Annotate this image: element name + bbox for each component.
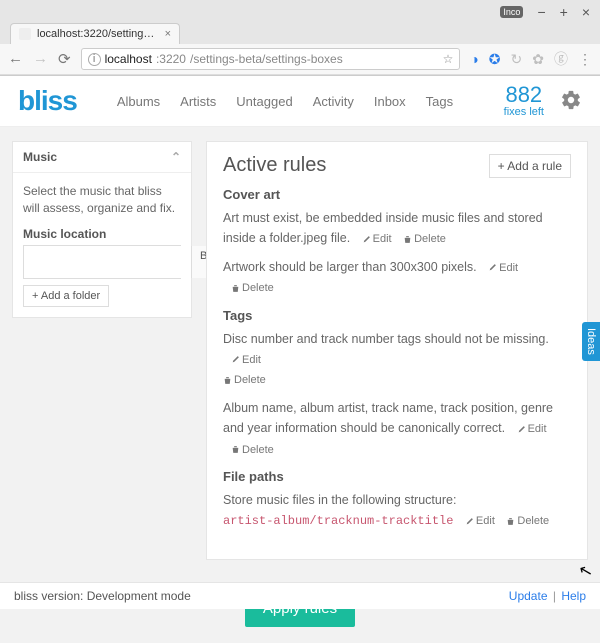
browser-nav-icons: ← → ⟳ xyxy=(8,50,71,68)
extension-settings-icon[interactable]: ✿ xyxy=(532,51,544,68)
window-minimize-button[interactable]: − xyxy=(537,4,545,20)
trash-icon xyxy=(506,517,515,526)
rule-edit-button[interactable]: Edit xyxy=(231,354,261,366)
ideas-tab[interactable]: Ideas xyxy=(582,322,600,361)
pencil-icon xyxy=(231,355,240,364)
url-port: :3220 xyxy=(156,52,186,66)
rule-text: Store music files in the following struc… xyxy=(223,493,456,507)
music-location-input-group: Browse ▾ xyxy=(23,245,181,279)
tab-strip: localhost:3220/settings-beta × xyxy=(0,20,600,44)
music-panel-header[interactable]: Music ⌃ xyxy=(13,142,191,173)
window-close-button[interactable]: × xyxy=(582,4,590,20)
rule-item: Artwork should be larger than 300x300 pi… xyxy=(223,257,571,298)
section-file-paths-heading: File paths xyxy=(223,469,571,484)
active-rules-panel: + Add a rule Active rules Cover art Art … xyxy=(206,141,588,560)
music-panel: Music ⌃ Select the music that bliss will… xyxy=(12,141,192,318)
rule-text: Artwork should be larger than 300x300 pi… xyxy=(223,260,477,274)
music-panel-body: Select the music that bliss will assess,… xyxy=(13,173,191,317)
extension-icons: ◑ ✪ ↻ ✿ ⓖ ⋮ xyxy=(470,49,592,69)
chevron-up-icon: ⌃ xyxy=(171,150,181,164)
pencil-icon xyxy=(517,425,526,434)
trash-icon xyxy=(231,445,240,454)
page-content: Music ⌃ Select the music that bliss will… xyxy=(0,127,600,580)
add-folder-button[interactable]: + Add a folder xyxy=(23,285,109,307)
rule-delete-button[interactable]: Delete xyxy=(223,374,266,386)
rule-item: Store music files in the following struc… xyxy=(223,490,571,531)
nav-untagged[interactable]: Untagged xyxy=(236,94,292,109)
rule-text: Album name, album artist, track name, tr… xyxy=(223,401,553,435)
incognito-badge: Inco xyxy=(500,6,523,18)
forward-button[interactable]: → xyxy=(33,50,48,68)
app-header: bliss Albums Artists Untagged Activity I… xyxy=(0,76,600,127)
window-maximize-button[interactable]: + xyxy=(560,4,568,20)
nav-tags[interactable]: Tags xyxy=(426,94,453,109)
app-footer: bliss version: Development mode Update |… xyxy=(0,582,600,609)
app-logo[interactable]: bliss xyxy=(18,85,77,117)
reload-button[interactable]: ⟳ xyxy=(58,50,71,68)
extension-sync-icon[interactable]: ↻ xyxy=(511,51,523,68)
rule-edit-button[interactable]: Edit xyxy=(517,423,547,435)
nav-albums[interactable]: Albums xyxy=(117,94,160,109)
browser-toolbar: ← → ⟳ i localhost :3220/settings-beta/set… xyxy=(0,44,600,75)
rule-item: Album name, album artist, track name, tr… xyxy=(223,398,571,459)
rule-delete-button[interactable]: Delete xyxy=(506,515,549,527)
footer-separator: | xyxy=(553,589,556,603)
window-controls: Inco − + × xyxy=(0,0,600,20)
nav-artists[interactable]: Artists xyxy=(180,94,216,109)
back-button[interactable]: ← xyxy=(8,50,23,68)
trash-icon xyxy=(231,284,240,293)
nav-inbox[interactable]: Inbox xyxy=(374,94,406,109)
extension-profile-icon[interactable]: ⓖ xyxy=(554,49,568,69)
bookmark-star-icon[interactable]: ☆ xyxy=(443,52,454,66)
rule-item: Disc number and track number tags should… xyxy=(223,329,571,390)
music-location-input[interactable] xyxy=(24,246,191,278)
trash-icon xyxy=(403,235,412,244)
trash-icon xyxy=(223,376,232,385)
tab-title: localhost:3220/settings-beta xyxy=(37,28,159,40)
fixes-label: fixes left xyxy=(504,106,544,118)
tab-close-button[interactable]: × xyxy=(165,28,171,40)
pencil-icon xyxy=(465,517,474,526)
rule-edit-button[interactable]: Edit xyxy=(362,233,392,245)
site-info-icon[interactable]: i xyxy=(88,53,101,66)
rule-text: Disc number and track number tags should… xyxy=(223,332,549,346)
rule-delete-button[interactable]: Delete xyxy=(231,444,274,456)
rule-delete-button[interactable]: Delete xyxy=(403,233,446,245)
browser-chrome: Inco − + × localhost:3220/settings-beta … xyxy=(0,0,600,76)
version-text: bliss version: Development mode xyxy=(14,589,191,603)
url-host: localhost xyxy=(105,52,152,66)
extension-icon[interactable]: ✪ xyxy=(489,51,501,68)
add-rule-button[interactable]: + Add a rule xyxy=(489,154,571,178)
pencil-icon xyxy=(362,235,371,244)
update-link[interactable]: Update xyxy=(509,589,548,603)
section-cover-art-heading: Cover art xyxy=(223,187,571,202)
rule-delete-button[interactable]: Delete xyxy=(231,282,274,294)
rule-edit-button[interactable]: Edit xyxy=(488,262,518,274)
nav-activity[interactable]: Activity xyxy=(313,94,354,109)
tab-favicon xyxy=(19,28,31,40)
address-bar[interactable]: i localhost :3220/settings-beta/settings-… xyxy=(81,48,461,70)
primary-nav: Albums Artists Untagged Activity Inbox T… xyxy=(117,94,453,109)
help-link[interactable]: Help xyxy=(561,589,586,603)
browser-tab[interactable]: localhost:3220/settings-beta × xyxy=(10,23,180,44)
section-tags-heading: Tags xyxy=(223,308,571,323)
gear-icon xyxy=(560,89,582,111)
file-path-pattern: artist-album/tracknum-tracktitle xyxy=(223,514,453,528)
url-path: /settings-beta/settings-boxes xyxy=(190,52,343,66)
pencil-icon xyxy=(488,263,497,272)
music-location-label: Music location xyxy=(23,227,181,241)
extension-ublock-icon[interactable]: ◑ xyxy=(470,51,478,67)
settings-button[interactable] xyxy=(560,89,582,114)
music-panel-title: Music xyxy=(23,150,57,164)
fixes-count: 882 xyxy=(504,84,544,106)
browser-menu-icon[interactable]: ⋮ xyxy=(578,51,592,68)
rule-edit-button[interactable]: Edit xyxy=(465,515,495,527)
fixes-counter[interactable]: 882 fixes left xyxy=(504,84,544,118)
music-panel-description: Select the music that bliss will assess,… xyxy=(23,183,181,217)
rule-item: Art must exist, be embedded inside music… xyxy=(223,208,571,249)
